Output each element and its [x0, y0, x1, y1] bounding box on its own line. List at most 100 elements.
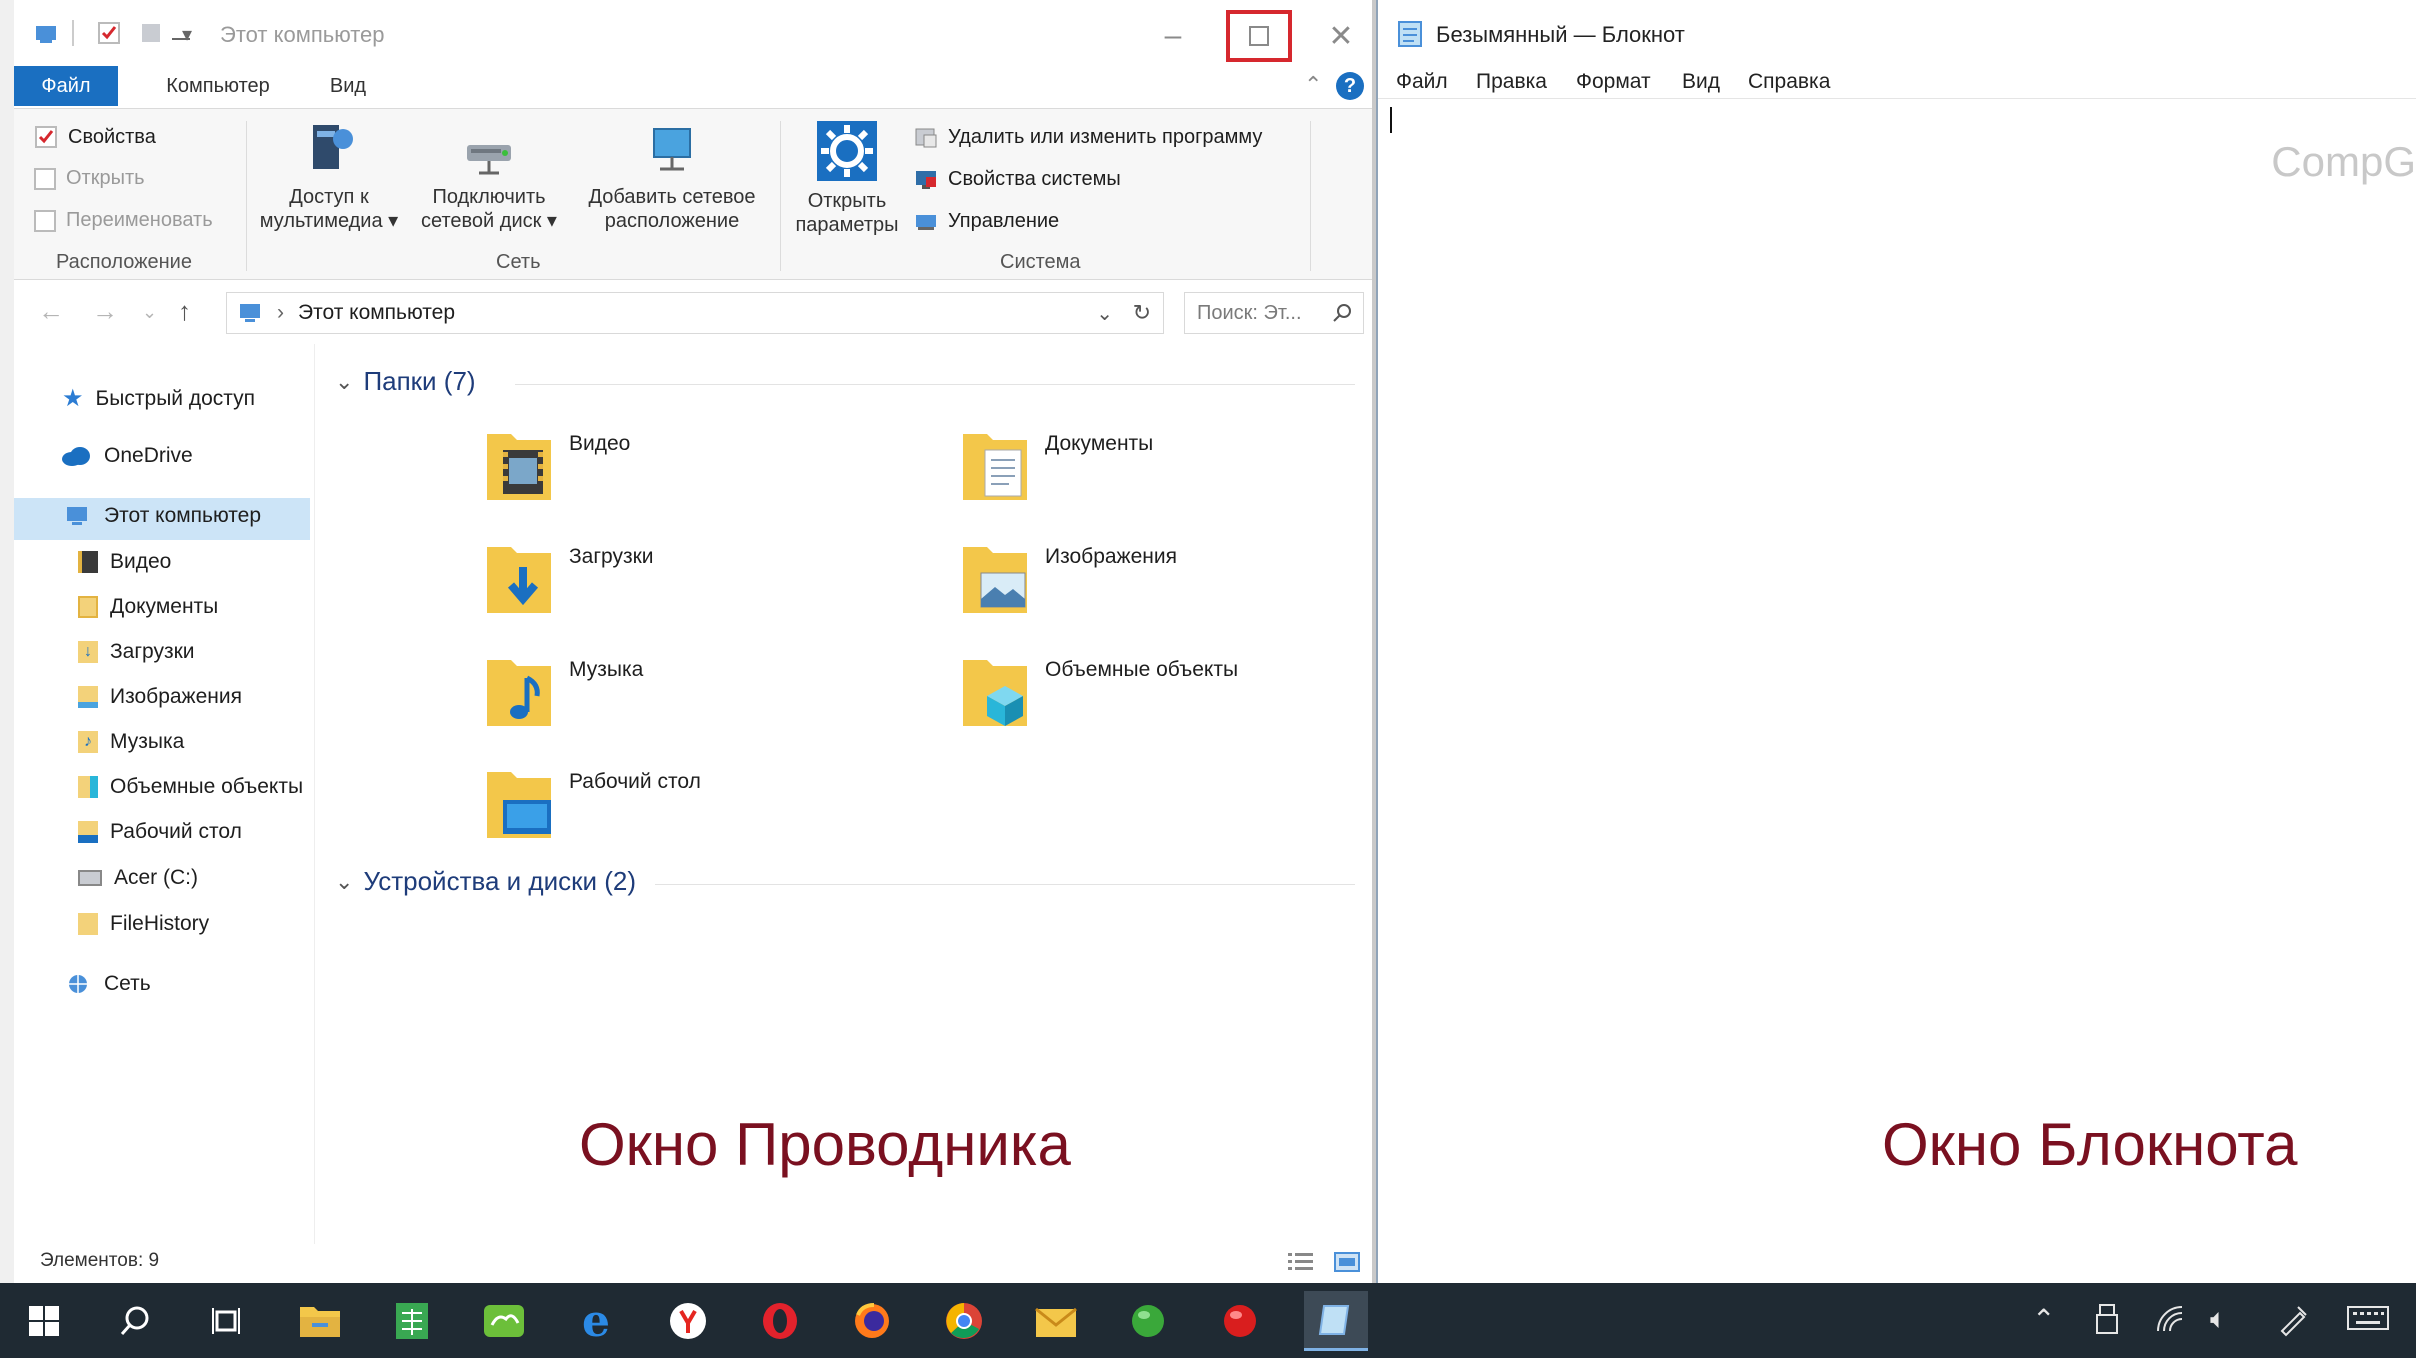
media-server-icon [313, 125, 353, 169]
tab-view[interactable]: Вид [308, 66, 388, 106]
nav-item-desktop[interactable]: Рабочий стол [78, 820, 242, 844]
open-button[interactable]: Открыть [34, 167, 145, 190]
devices-group-header[interactable]: ⌄ Устройства и диски (2) [335, 866, 636, 897]
taskbar-explorer[interactable] [296, 1297, 344, 1345]
nav-item-3d-objects[interactable]: Объемные объекты [78, 775, 303, 799]
up-arrow-icon[interactable]: ↑ [178, 296, 191, 327]
folder-pictures[interactable]: Изображения [961, 537, 1177, 617]
nav-label: Быстрый доступ [95, 386, 256, 410]
uninstall-program-button[interactable]: Удалить или изменить программу [914, 125, 1262, 149]
qa-dropdown-bar [172, 38, 190, 40]
folder-desktop[interactable]: Рабочий стол [485, 762, 701, 842]
search-button[interactable] [112, 1297, 160, 1345]
taskbar-notepad[interactable] [1304, 1291, 1368, 1351]
folder-music[interactable]: Музыка [485, 650, 643, 730]
nav-item-quick-access[interactable]: ★ Быстрый доступ [62, 384, 255, 413]
address-row: ← → ⌄ ↑ › Этот компьютер ⌄ ↻ Поиск: Эт..… [14, 282, 1372, 344]
wifi-icon[interactable] [2154, 1303, 2188, 1337]
group-system-label: Система [1000, 251, 1081, 273]
documents-folder-icon [78, 596, 98, 618]
folder-downloads[interactable]: Загрузки [485, 537, 654, 617]
properties-quick-icon[interactable] [96, 20, 122, 46]
file-explorer-icon [300, 1307, 340, 1337]
nav-item-drive-c[interactable]: Acer (C:) [78, 866, 198, 890]
folder-label: Объемные объекты [1045, 658, 1239, 681]
start-button[interactable] [20, 1297, 68, 1345]
help-icon[interactable]: ? [1336, 72, 1364, 100]
nav-item-network[interactable]: Сеть [64, 972, 151, 996]
menu-format[interactable]: Формат [1576, 70, 1651, 94]
video-folder-large-icon [487, 434, 551, 500]
menu-view[interactable]: Вид [1682, 70, 1720, 94]
keyboard-icon[interactable] [2346, 1303, 2390, 1333]
explorer-app-icon[interactable] [34, 20, 60, 46]
details-view-icon[interactable] [1286, 1250, 1316, 1274]
nav-item-filehistory[interactable]: FileHistory [78, 912, 209, 936]
nav-item-this-pc[interactable]: Этот компьютер [64, 504, 261, 528]
menu-help[interactable]: Справка [1748, 70, 1830, 94]
pen-icon[interactable] [2276, 1303, 2310, 1337]
folder-documents[interactable]: Документы [961, 424, 1153, 504]
nav-item-documents[interactable]: Документы [78, 595, 218, 619]
folder-3d-objects[interactable]: Объемные объекты [961, 650, 1238, 730]
search-input[interactable]: Поиск: Эт... [1184, 292, 1364, 334]
add-network-location-button[interactable]: Добавить сетевое расположение [572, 119, 772, 233]
windows-logo-icon [29, 1306, 59, 1336]
qa-dropdown-icon[interactable]: ▾ [182, 22, 192, 47]
folders-group-header[interactable]: ⌄ Папки (7) [335, 366, 476, 397]
taskbar-green-app[interactable] [480, 1297, 528, 1345]
manage-button[interactable]: Управление [914, 209, 1059, 233]
maximize-button[interactable] [1226, 10, 1292, 62]
usb-device-icon[interactable] [2094, 1303, 2120, 1337]
nav-label: Рабочий стол [110, 820, 242, 843]
notepad-app-icon[interactable] [1396, 18, 1424, 48]
qa-separator [72, 20, 74, 46]
rename-button[interactable]: Переименовать [34, 209, 213, 232]
taskbar-opera[interactable] [756, 1297, 804, 1345]
taskbar-chrome[interactable] [940, 1297, 988, 1345]
folder-video[interactable]: Видео [485, 424, 630, 504]
recent-locations-icon[interactable]: ⌄ [142, 302, 157, 323]
open-settings-button[interactable]: Открыть параметры [784, 119, 910, 237]
close-button[interactable]: ✕ [1310, 10, 1372, 62]
tab-computer[interactable]: Компьютер [138, 66, 298, 106]
new-folder-quick-icon[interactable] [138, 20, 164, 46]
taskbar-yandex[interactable] [664, 1297, 712, 1345]
nav-item-video[interactable]: Видео [78, 550, 171, 574]
taskbar-red-orb-app[interactable] [1216, 1297, 1264, 1345]
tiles-view-icon[interactable] [1332, 1250, 1362, 1274]
map-network-drive-button[interactable]: Подключить сетевой диск ▾ [414, 119, 564, 233]
address-dropdown-icon[interactable]: ⌄ [1096, 301, 1113, 326]
taskbar-spreadsheet-app[interactable] [388, 1297, 436, 1345]
taskbar-green-orb-app[interactable] [1124, 1297, 1172, 1345]
taskbar-firefox[interactable] [848, 1297, 896, 1345]
nav-item-onedrive[interactable]: OneDrive [60, 444, 193, 468]
properties-button[interactable]: Свойства [34, 125, 156, 149]
collapse-ribbon-icon[interactable]: ⌃ [1304, 72, 1322, 98]
media-access-button[interactable]: Доступ к мультимедиа ▾ [254, 119, 404, 233]
system-properties-label: Свойства системы [948, 167, 1121, 190]
forward-arrow-icon[interactable]: → [92, 296, 118, 327]
show-hidden-icons[interactable]: ⌃ [2032, 1303, 2055, 1336]
3d-objects-folder-large-icon [963, 660, 1027, 726]
nav-label: Сеть [104, 972, 151, 995]
menu-file[interactable]: Файл [1396, 70, 1448, 94]
system-properties-button[interactable]: Свойства системы [914, 167, 1121, 191]
nav-item-downloads[interactable]: ↓ Загрузки [78, 640, 195, 664]
address-bar[interactable]: › Этот компьютер ⌄ ↻ [226, 292, 1164, 334]
tab-file[interactable]: Файл [14, 66, 118, 106]
opera-browser-icon [763, 1303, 797, 1339]
minimize-button[interactable]: – [1142, 10, 1204, 62]
notepad-text-area[interactable] [1378, 98, 2416, 1283]
menu-edit[interactable]: Правка [1476, 70, 1547, 94]
back-arrow-icon[interactable]: ← [38, 296, 64, 327]
nav-item-pictures[interactable]: Изображения [78, 685, 242, 709]
task-view-button[interactable] [202, 1297, 250, 1345]
open-icon [34, 167, 56, 190]
taskbar-mail-app[interactable] [1032, 1297, 1080, 1345]
volume-icon[interactable]: 🔈︎ [2210, 1303, 2227, 1336]
refresh-icon[interactable]: ↻ [1133, 300, 1151, 326]
taskbar-edge[interactable]: e [572, 1296, 620, 1347]
nav-item-music[interactable]: ♪ Музыка [78, 730, 184, 754]
folders-group-label: Папки (7) [363, 366, 476, 396]
